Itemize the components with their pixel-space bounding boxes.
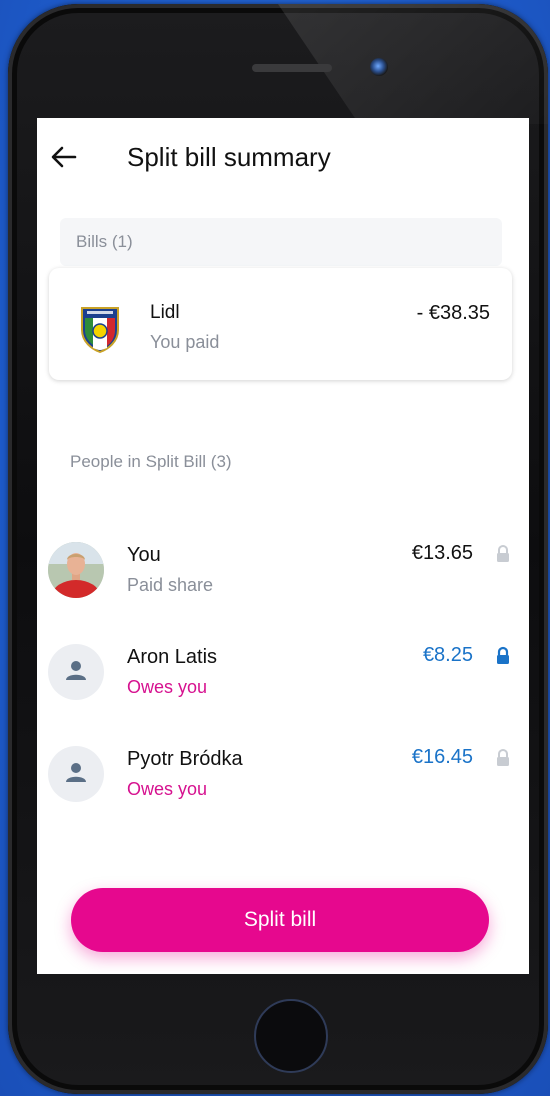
person-amount: €16.45 (411, 746, 473, 768)
default-avatar-icon (48, 644, 104, 700)
app-screen: Split bill summary Bills (1) Lidl You pa… (37, 118, 529, 974)
bills-section-label: Bills (1) (76, 232, 133, 251)
person-name: You (127, 544, 161, 566)
bill-merchant: Lidl (150, 302, 180, 323)
person-status: Owes you (127, 779, 208, 799)
person-row-pyotr-brodka[interactable]: Pyotr Bródka Owes you €16.45 (37, 746, 529, 836)
lock-closed-icon[interactable] (494, 646, 512, 666)
lidl-shield-logo (78, 304, 122, 354)
people-section-label: People in Split Bill (3) (70, 452, 232, 471)
person-amount: €8.25 (422, 644, 473, 666)
front-camera (370, 58, 388, 76)
person-row-aron-latis[interactable]: Aron Latis Owes you €8.25 (37, 644, 529, 734)
lock-open-icon[interactable] (494, 544, 512, 564)
arrow-left-icon[interactable] (49, 142, 79, 172)
bills-section-header: Bills (1) (60, 218, 502, 266)
home-button[interactable] (254, 999, 328, 1073)
bill-card-lidl[interactable]: Lidl You paid - €38.35 (49, 268, 512, 380)
lock-open-icon[interactable] (494, 748, 512, 768)
bill-subtitle: You paid (150, 332, 220, 352)
person-name: Aron Latis (127, 646, 218, 668)
page-title: Split bill summary (127, 142, 331, 172)
bill-amount: - €38.35 (416, 302, 490, 324)
split-bill-button[interactable]: Split bill (71, 888, 489, 952)
avatar-photo (48, 542, 104, 598)
earpiece-speaker (252, 64, 332, 72)
person-status: Paid share (127, 575, 214, 595)
person-name: Pyotr Bródka (127, 748, 243, 770)
person-row-you[interactable]: You Paid share €13.65 (37, 542, 529, 632)
person-amount: €13.65 (411, 542, 473, 564)
person-status: Owes you (127, 677, 208, 697)
default-avatar-icon (48, 746, 104, 802)
